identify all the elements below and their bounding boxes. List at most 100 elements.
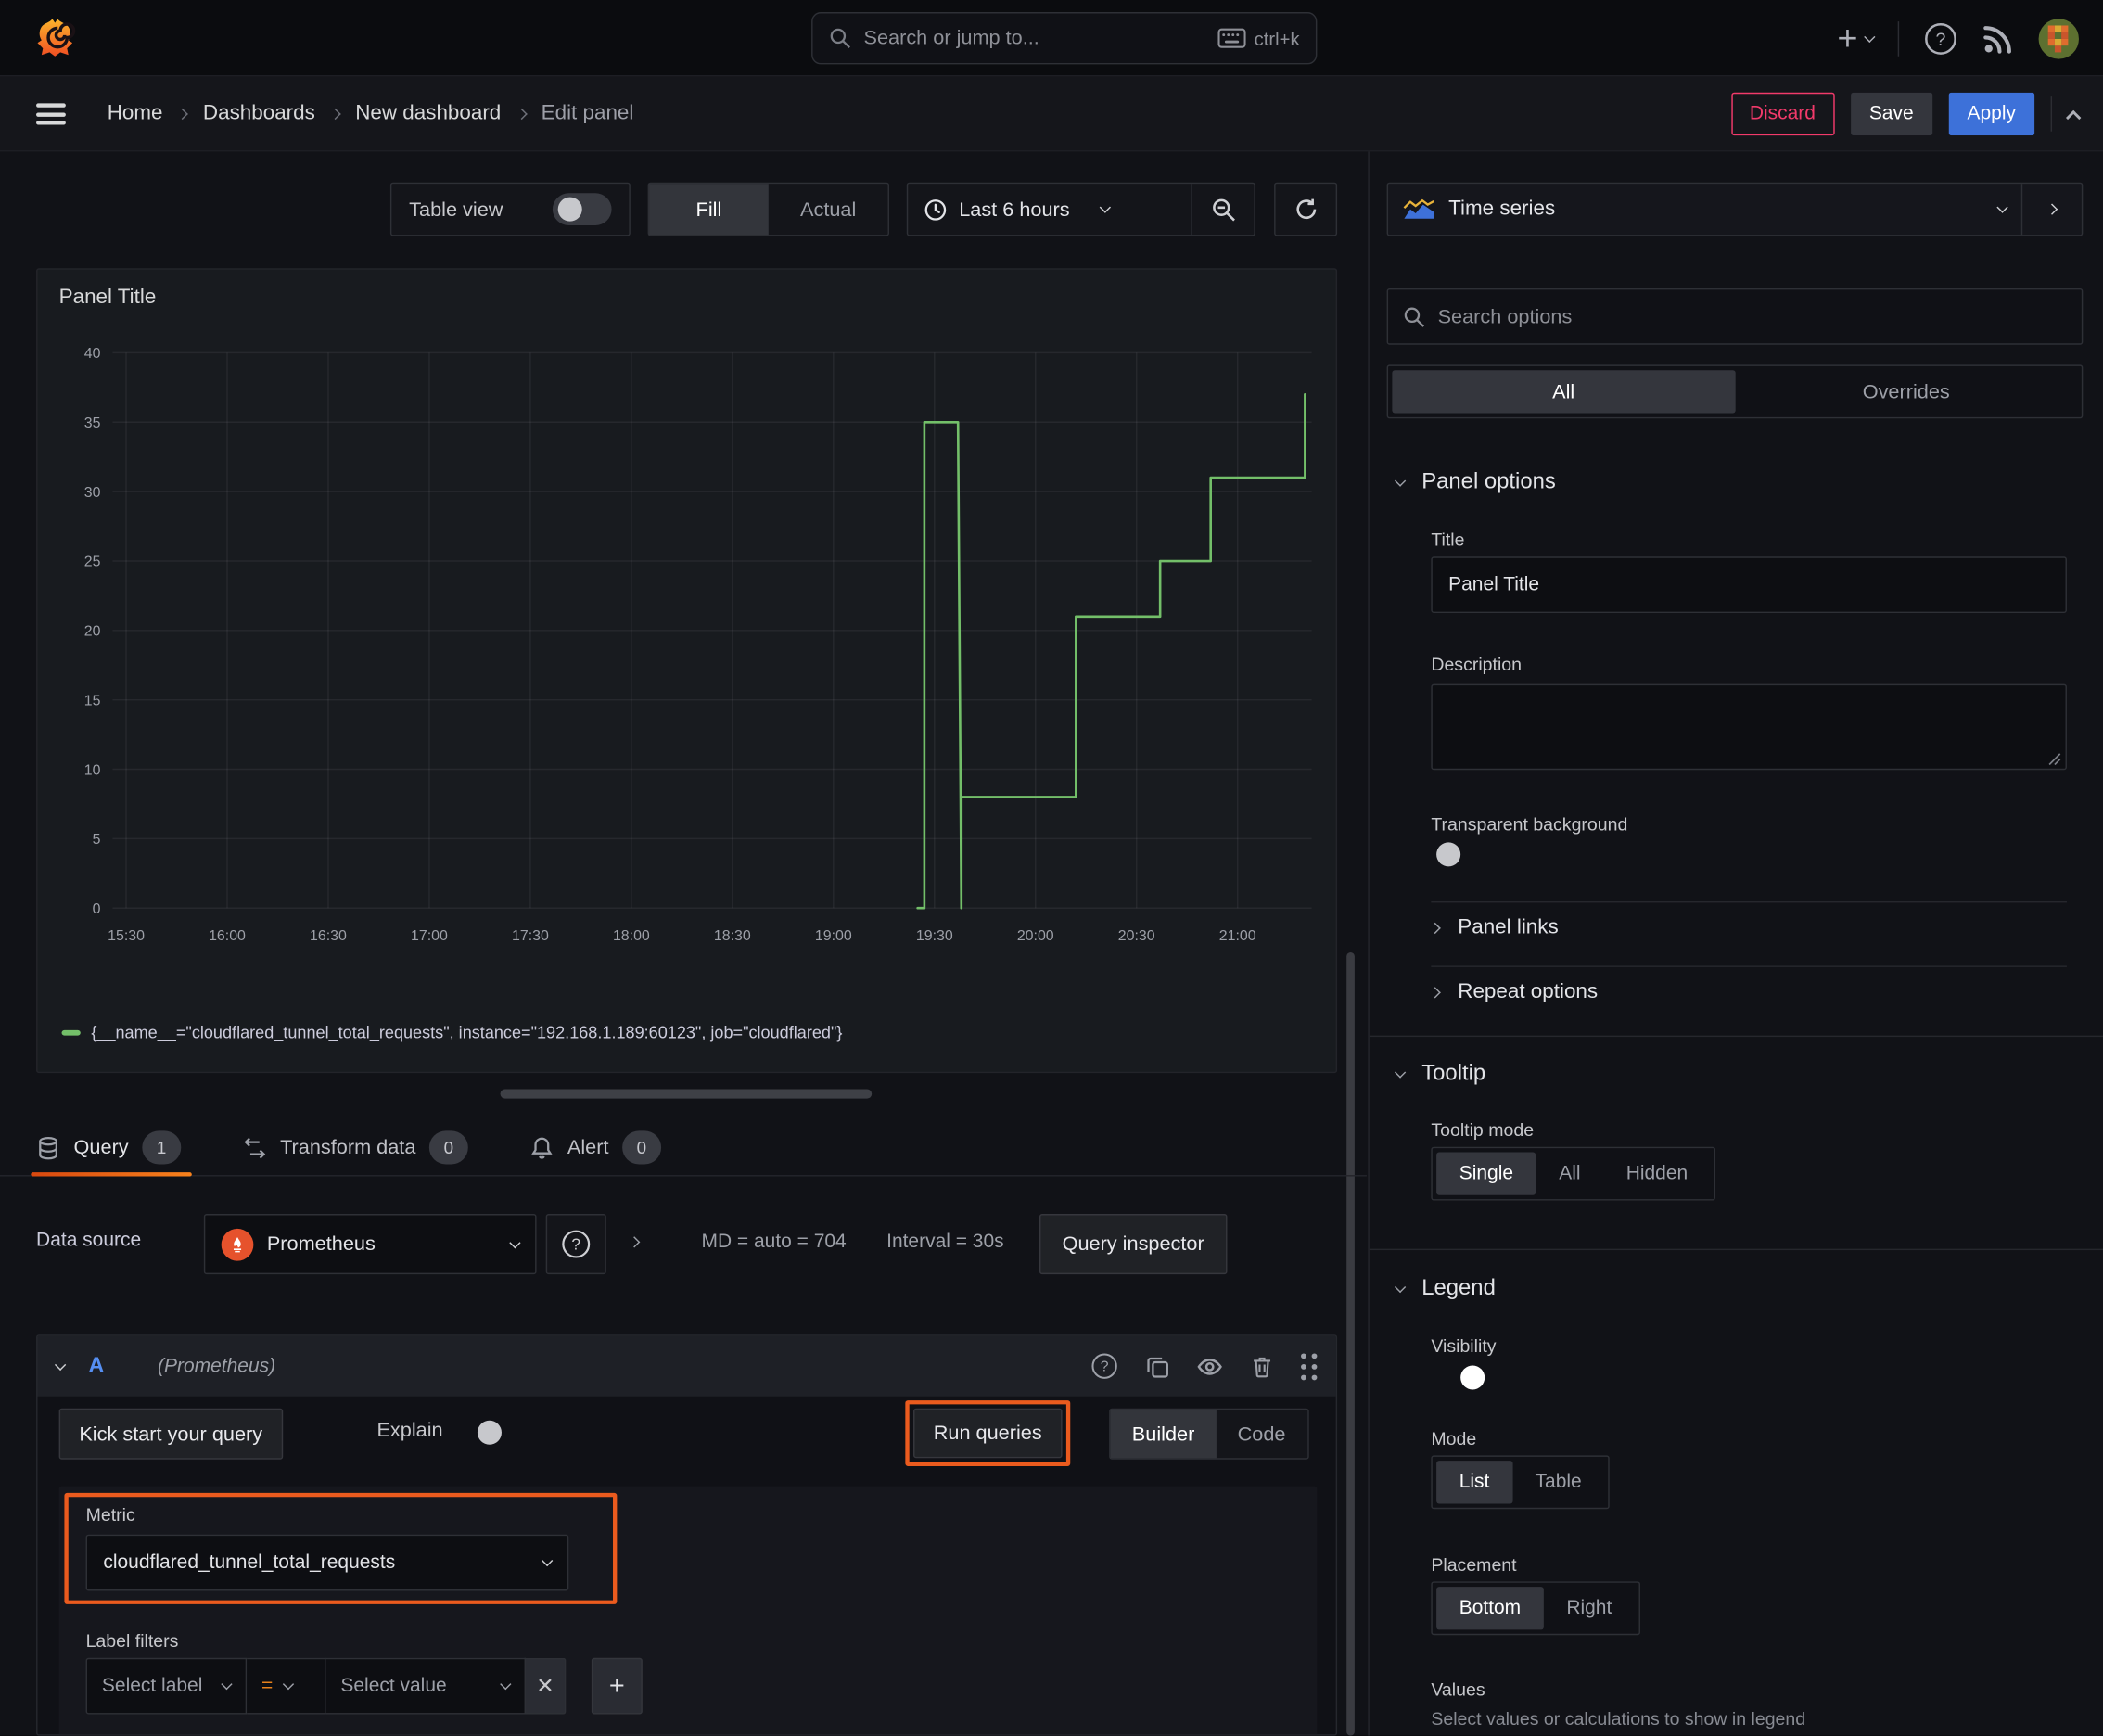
options-search-input[interactable] [1437, 305, 2067, 328]
alert-count-badge: 0 [621, 1130, 661, 1165]
chevron-down-icon [1394, 474, 1407, 487]
panel-options-sidebar: Time series All Overrides Panel options … [1368, 151, 2103, 1736]
code-option[interactable]: Code [1216, 1410, 1306, 1458]
run-queries-highlight: Run queries [905, 1400, 1071, 1466]
tab-alert[interactable]: Alert 0 [529, 1120, 661, 1175]
builder-option[interactable]: Builder [1110, 1410, 1217, 1459]
table-view-label: Table view [409, 198, 503, 221]
metric-select[interactable]: cloudflared_tunnel_total_requests [85, 1534, 569, 1591]
zoom-out-time-button[interactable] [1191, 184, 1254, 236]
textarea-resize-icon[interactable] [2048, 752, 2061, 766]
fill-option[interactable]: Fill [649, 184, 769, 236]
legend-mode-list-option[interactable]: List [1436, 1461, 1512, 1504]
collapse-query-chevron-icon[interactable] [54, 1359, 67, 1371]
run-queries-button[interactable]: Run queries [913, 1408, 1063, 1459]
search-icon [1403, 305, 1426, 328]
all-overrides-tabs: All Overrides [1386, 364, 2084, 419]
tooltip-section-header[interactable]: Tooltip [1394, 1061, 1485, 1086]
breadcrumb-home[interactable]: Home [108, 102, 163, 126]
table-view-toggle[interactable] [552, 193, 612, 225]
help-icon[interactable]: ? [1923, 20, 1958, 56]
timeseries-viz-icon [1403, 198, 1435, 220]
kick-start-query-button[interactable]: Kick start your query [58, 1408, 283, 1460]
breadcrumb-dashboards[interactable]: Dashboards [203, 102, 315, 126]
legend-section-header[interactable]: Legend [1394, 1276, 1496, 1301]
query-help-icon[interactable]: ? [1090, 1352, 1118, 1380]
panel-links-section-header[interactable]: Panel links [1429, 916, 1559, 940]
refresh-button[interactable] [1274, 182, 1338, 236]
svg-text:?: ? [1101, 1359, 1109, 1375]
select-label-dropdown[interactable]: Select label [85, 1657, 248, 1715]
tooltip-all-option[interactable]: All [1536, 1152, 1604, 1194]
max-data-points-stat: MD = auto = 704 [701, 1231, 847, 1253]
save-button[interactable]: Save [1850, 92, 1932, 136]
repeat-options-section-header[interactable]: Repeat options [1429, 980, 1598, 1004]
new-dashboard-button[interactable] [1836, 27, 1876, 50]
legend-mode-table-option[interactable]: Table [1512, 1461, 1604, 1503]
svg-text:17:00: 17:00 [411, 928, 448, 944]
tooltip-single-option[interactable]: Single [1436, 1152, 1536, 1195]
datasource-name: Prometheus [266, 1232, 376, 1256]
tab-all[interactable]: All [1392, 370, 1735, 414]
options-search-box[interactable] [1386, 287, 2084, 345]
select-value-dropdown[interactable]: Select value [325, 1657, 526, 1715]
datasource-options-expand-icon[interactable] [629, 1230, 641, 1251]
global-search-input[interactable]: Search or jump to... ctrl+k [811, 12, 1318, 65]
interval-stat: Interval = 30s [886, 1231, 1004, 1253]
description-textarea[interactable] [1431, 683, 2067, 771]
operator-dropdown[interactable]: = [247, 1657, 326, 1715]
tab-transform-data[interactable]: Transform data 0 [243, 1120, 468, 1175]
legend-placement-bottom-option[interactable]: Bottom [1436, 1587, 1544, 1630]
svg-text:20: 20 [84, 624, 101, 640]
user-avatar[interactable] [2038, 18, 2079, 58]
apply-button[interactable]: Apply [1948, 92, 2035, 136]
legend-placement-right-option[interactable]: Right [1544, 1587, 1635, 1629]
drag-query-handle-icon[interactable] [1301, 1352, 1318, 1380]
visualization-select[interactable]: Time series [1388, 184, 2021, 235]
collapse-header-chevron-up-icon[interactable] [2065, 108, 2082, 126]
query-inspector-button[interactable]: Query inspector [1039, 1214, 1228, 1275]
duplicate-query-icon[interactable] [1145, 1354, 1169, 1378]
visualization-name: Time series [1448, 197, 1556, 221]
time-series-chart[interactable]: 0 5 10 15 20 25 30 35 40 15:30 16:00 16:30 17:00 17:3… [51, 334, 1325, 991]
add-filter-button[interactable]: + [591, 1657, 643, 1715]
datasource-picker[interactable]: Prometheus [203, 1214, 537, 1275]
time-range-label: Last 6 hours [959, 198, 1070, 221]
breadcrumb-separator-icon [329, 108, 341, 121]
transform-icon [243, 1135, 267, 1159]
chart-legend[interactable]: {__name__="cloudflared_tunnel_total_requ… [61, 1023, 843, 1042]
datasource-help-button[interactable]: ? [545, 1214, 606, 1275]
builder-code-segmented: Builder Code [1109, 1408, 1309, 1460]
actual-option[interactable]: Actual [769, 184, 888, 235]
chevron-down-icon [221, 1678, 233, 1691]
panel-preview[interactable]: Panel Title 0 5 10 15 20 25 30 35 40 15:30 16:00 16… [36, 268, 1338, 1074]
breadcrumb-separator-icon [177, 108, 189, 121]
panel-title-input[interactable] [1431, 556, 2067, 614]
panel-options-section-header[interactable]: Panel options [1394, 469, 1556, 494]
chevron-down-icon [1394, 1281, 1407, 1293]
time-range-button[interactable]: Last 6 hours [908, 184, 1191, 235]
tab-query[interactable]: Query 1 [31, 1120, 192, 1177]
tooltip-hidden-option[interactable]: Hidden [1603, 1152, 1711, 1194]
svg-text:18:00: 18:00 [613, 928, 650, 944]
svg-text:30: 30 [84, 485, 101, 501]
topbar-divider [1897, 20, 1900, 57]
discard-button[interactable]: Discard [1730, 92, 1835, 136]
news-rss-icon[interactable] [1982, 22, 2015, 55]
query-row-header[interactable]: A (Prometheus) ? [37, 1335, 1336, 1397]
series-label: {__name__="cloudflared_tunnel_total_requ… [91, 1023, 843, 1042]
hide-query-eye-icon[interactable] [1196, 1353, 1223, 1380]
menu-hamburger-icon[interactable] [36, 103, 66, 125]
toggle-viz-suggestions-button[interactable] [2020, 184, 2082, 236]
breadcrumb-new-dashboard[interactable]: New dashboard [355, 102, 501, 126]
panel-resize-handle[interactable] [500, 1089, 873, 1099]
vertical-scrollbar[interactable] [1346, 951, 1355, 1736]
explain-label: Explain [376, 1419, 443, 1442]
grafana-logo-icon[interactable] [36, 16, 79, 58]
remove-filter-button[interactable]: ✕ [525, 1657, 567, 1715]
prometheus-icon [221, 1228, 254, 1260]
tab-transform-label: Transform data [280, 1136, 416, 1159]
tab-overrides[interactable]: Overrides [1735, 370, 2078, 413]
divider [1431, 965, 2067, 967]
delete-query-trash-icon[interactable] [1250, 1354, 1274, 1378]
